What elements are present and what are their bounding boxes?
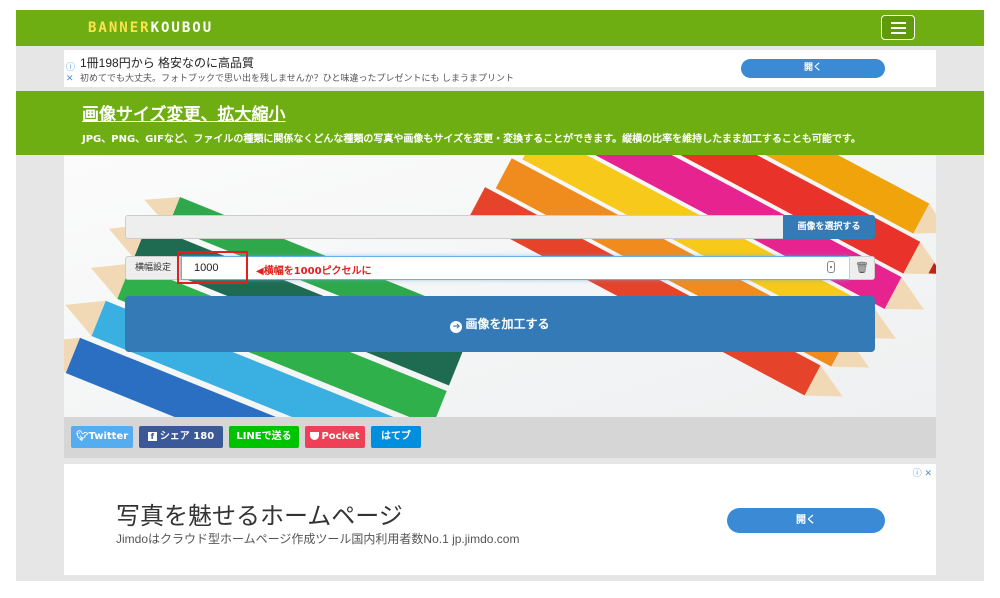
ad-corner-icons[interactable]: ⓘ ✕ (913, 466, 932, 479)
width-label: 横幅設定 (125, 256, 181, 280)
page-description: JPG、PNG、GIFなど、ファイルの種類に関係なくどんな種類の写真や画像もサイ… (82, 134, 861, 145)
twitter-share-button[interactable]: 🐦︎Twitter (71, 426, 133, 448)
facebook-icon: f (147, 432, 157, 441)
logo-part-koubou: KOUBOU (150, 20, 214, 36)
select-image-button[interactable]: 画像を選択する (783, 215, 875, 239)
process-button-label: 画像を加工する (465, 317, 550, 331)
stepper-icon[interactable] (827, 261, 835, 273)
logo-part-banner: BANNER (88, 20, 151, 36)
ad-subtitle: 初めてでも大丈夫。フォトブックで思い出を残しませんか？ひと味違ったプレゼントにも… (80, 73, 514, 83)
ad-close-icon[interactable]: ✕ (66, 75, 74, 84)
pocket-share-button[interactable]: Pocket (305, 426, 365, 448)
file-path-field[interactable] (125, 215, 783, 239)
line-share-button[interactable]: LINEで送る (229, 426, 299, 448)
arrow-circle-right-icon: ➔ (450, 321, 463, 333)
hatena-bookmark-button[interactable]: はてブ (371, 426, 421, 448)
twitter-label: Twitter (88, 431, 129, 442)
facebook-label: シェア 180 (159, 431, 215, 442)
process-image-button[interactable]: ➔ 画像を加工する (125, 296, 875, 352)
share-bar: 🐦︎Twitter f シェア 180 LINEで送る Pocket はてブ (64, 417, 936, 458)
facebook-share-button[interactable]: f シェア 180 (139, 426, 223, 448)
site-header: BANNERKOUBOU (16, 10, 984, 46)
top-ad-banner[interactable]: ⓘ ✕ 1冊198円から 格安なのに高品質 初めてでも大丈夫。フォトブックで思い… (64, 50, 936, 87)
width-hint: ◀横幅を1000ピクセルに (256, 266, 372, 277)
page-title[interactable]: 画像サイズ変更、拡大縮小 (82, 100, 286, 125)
pocket-icon (310, 432, 320, 440)
trash-icon[interactable]: 🗑 (849, 256, 875, 280)
ad-title[interactable]: 1冊198円から 格安なのに高品質 (80, 54, 254, 71)
title-band: 画像サイズ変更、拡大縮小 JPG、PNG、GIFなど、ファイルの種類に関係なくど… (16, 91, 984, 155)
hamburger-icon[interactable] (881, 15, 915, 40)
width-setting-row: 横幅設定 (125, 256, 875, 280)
hero-image-area (64, 155, 936, 417)
site-logo[interactable]: BANNERKOUBOU (88, 20, 213, 36)
bottom-ad-subtitle: Jimdoはクラウド型ホームページ作成ツール国内利用者数No.1 jp.jimd… (116, 532, 520, 546)
bottom-ad-open-button[interactable]: 開く (727, 508, 885, 533)
ad-open-button[interactable]: 開く (741, 59, 885, 78)
pocket-label: Pocket (321, 431, 360, 442)
colored-pencils-illustration (64, 155, 936, 417)
bottom-ad-title[interactable]: 写真を魅せるホームページ (116, 496, 403, 531)
twitter-bird-icon: 🐦︎ (75, 431, 89, 442)
bottom-ad-banner[interactable]: ⓘ ✕ 写真を魅せるホームページ Jimdoはクラウド型ホームページ作成ツール国… (64, 464, 936, 575)
ad-info-icon[interactable]: ⓘ (66, 64, 75, 73)
